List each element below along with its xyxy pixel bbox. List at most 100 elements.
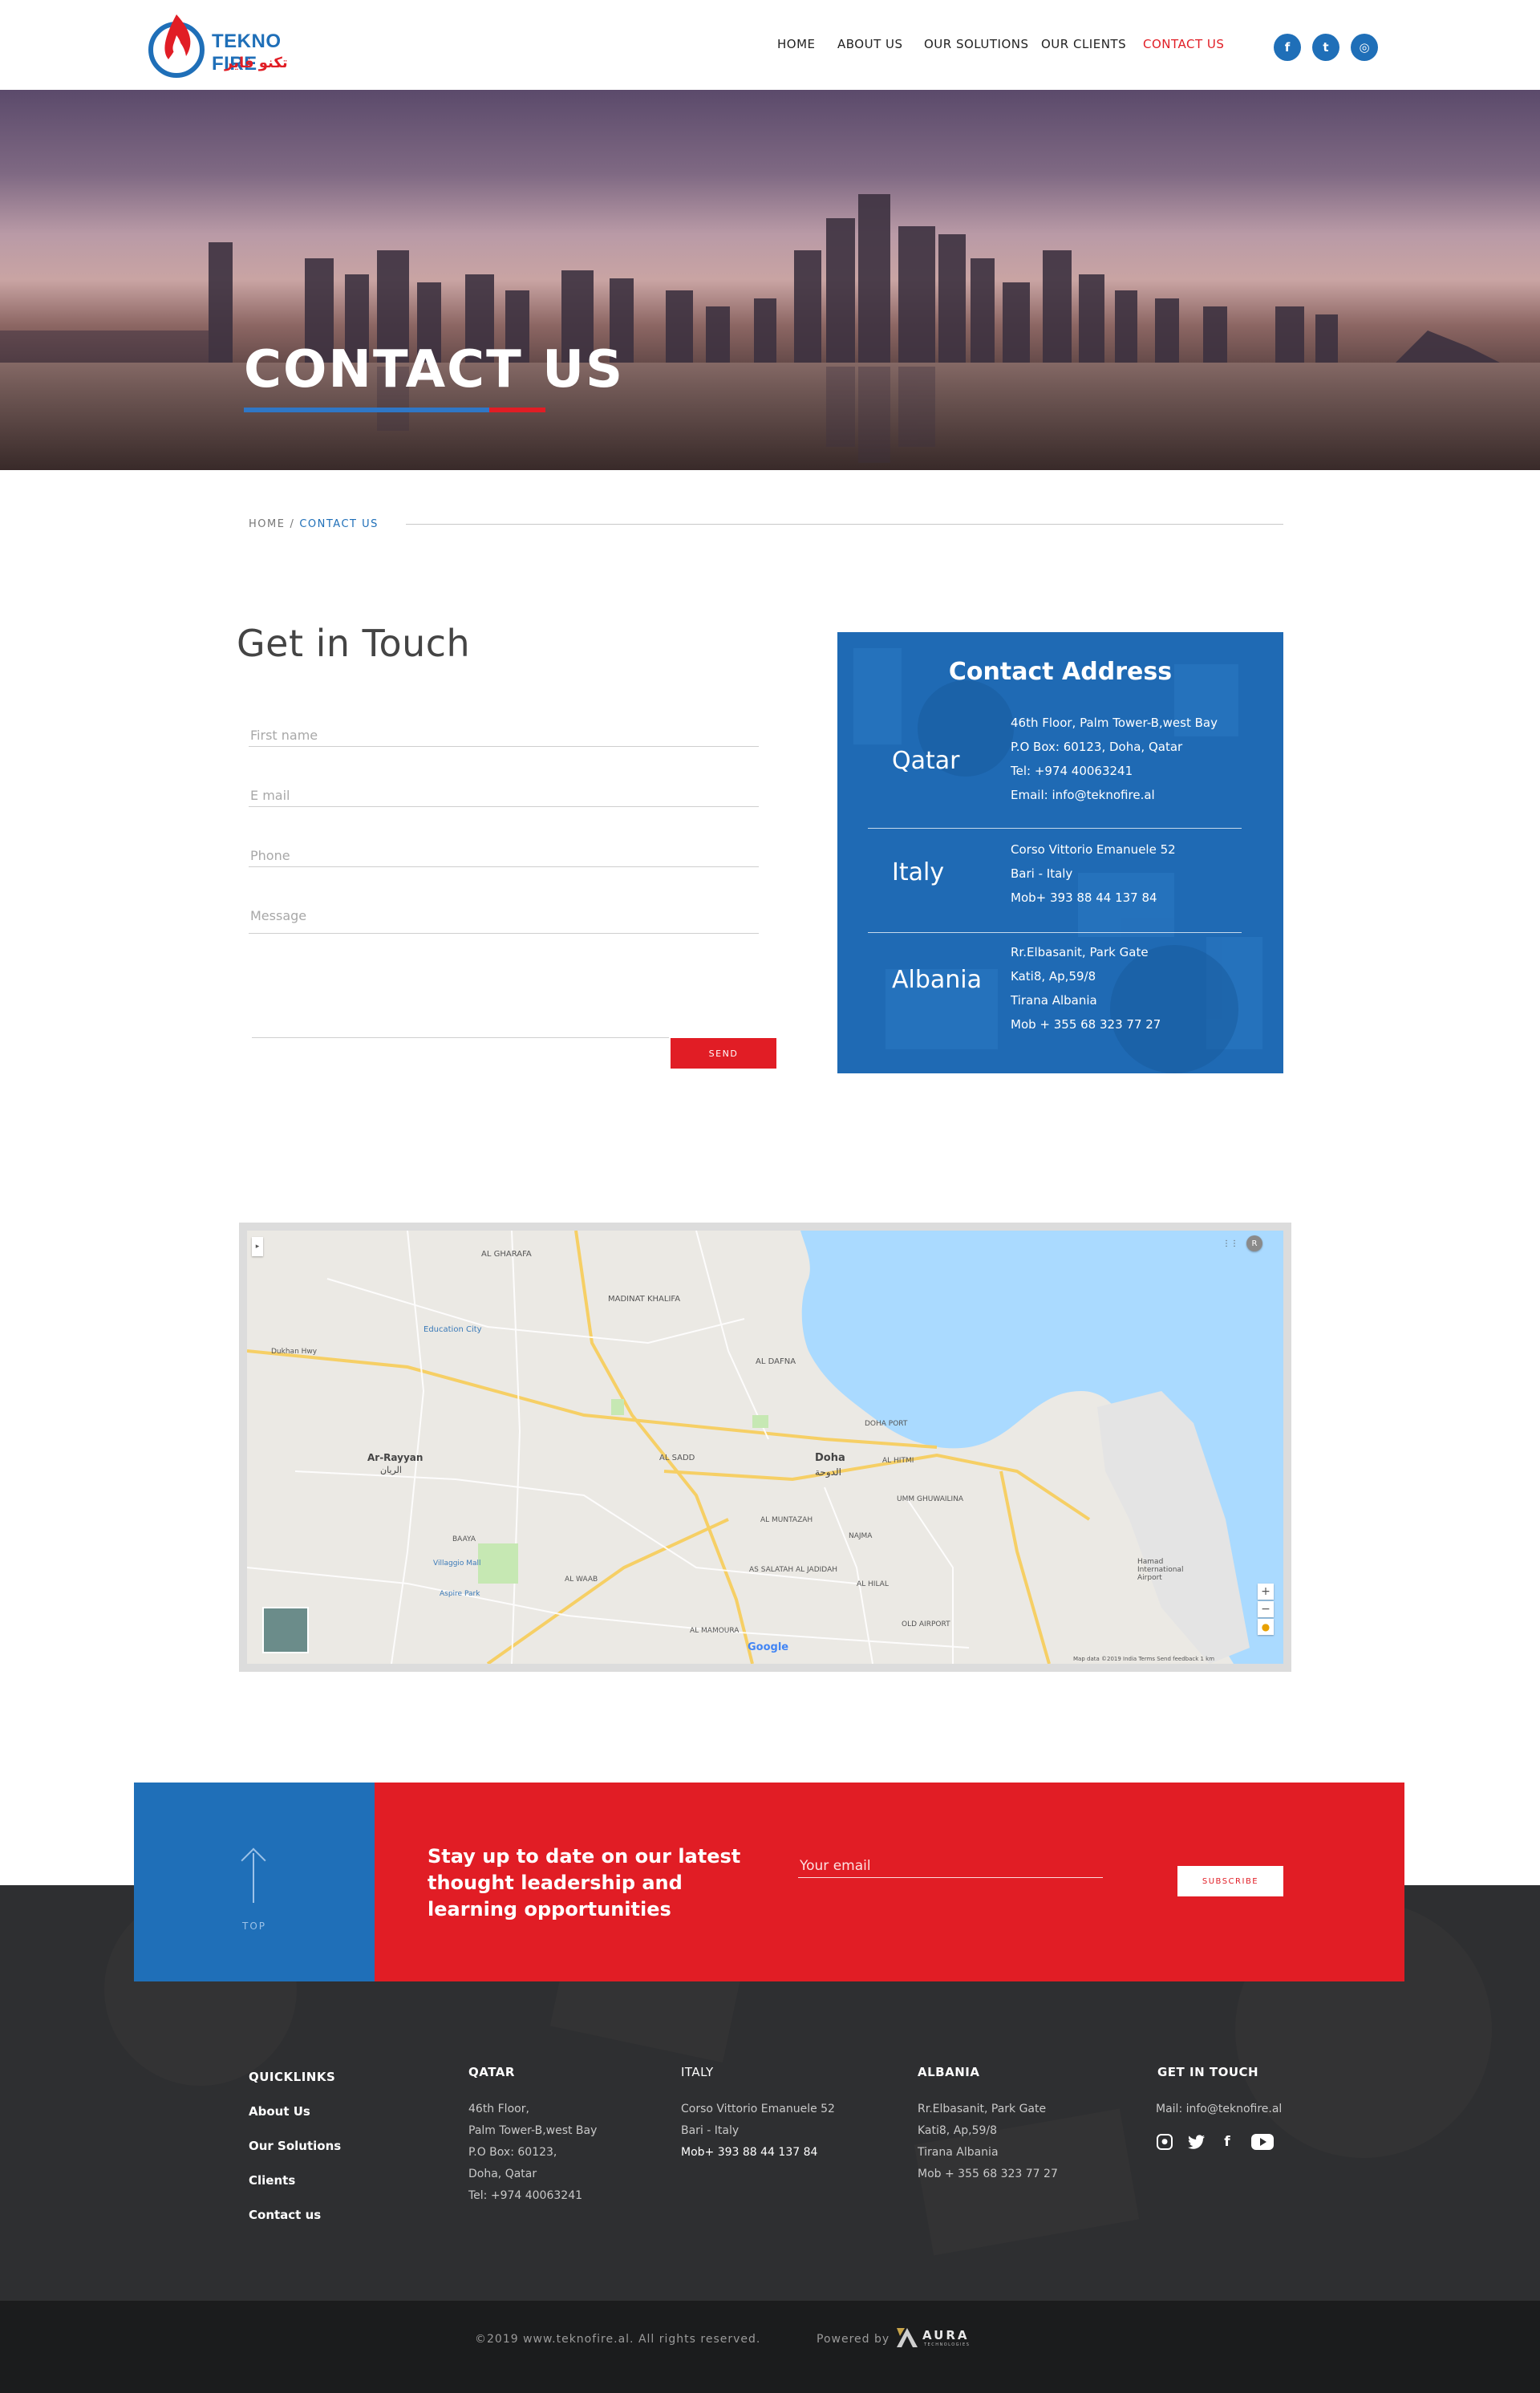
hero-banner: CONTACT US [0,90,1540,470]
phone-line: Tel: +974 40063241 [1011,764,1133,778]
map-canvas[interactable]: AL GHARAFA MADINAT KHALIFA Education Cit… [247,1231,1283,1664]
newsletter-email-input[interactable] [798,1855,1103,1878]
address-line: Corso Vittorio Emanuele 52 [681,2103,835,2115]
address-line: Bari - Italy [681,2124,740,2137]
satellite-toggle[interactable] [263,1608,308,1653]
office-details-italy: Corso Vittorio Emanuele 52 Bari - Italy … [1011,838,1176,910]
address-line: Tirana Albania [918,2146,999,2159]
office-country-italy: Italy [892,858,945,886]
twitter-icon[interactable] [1187,2134,1206,2150]
youtube-play-icon [1251,2134,1274,2150]
map-label-as-salatah: AS SALATAH AL JADIDAH [749,1566,837,1574]
map-embed[interactable]: AL GHARAFA MADINAT KHALIFA Education Cit… [239,1223,1291,1672]
newsletter-banner: Stay up to date on our latest thought le… [375,1783,1404,1981]
map-label-dukhan-hwy: Dukhan Hwy [271,1348,318,1356]
account-avatar-icon[interactable]: R [1246,1235,1262,1251]
powered-by-text: Powered by [817,2333,890,2346]
phone-line: Mob+ 393 88 44 137 84 [681,2146,818,2159]
breadcrumb-separator: / [290,518,295,530]
address-line: Tirana Albania [1011,993,1097,1008]
subscribe-button[interactable]: SUBSCRIBE [1177,1866,1283,1896]
footer-link-clients[interactable]: Clients [249,2173,295,2188]
apps-grid-icon[interactable]: ⋮⋮ [1222,1237,1238,1250]
title-underline-blue [244,408,489,412]
address-line: P.O Box: 60123, Doha, Qatar [1011,740,1183,754]
phone-input[interactable] [249,845,759,867]
nav-home[interactable]: HOME [777,37,816,51]
aura-subtitle: TECHNOLOGIES [924,2342,971,2347]
nav-about-us[interactable]: ABOUT US [837,37,903,51]
phone-line: Mob+ 393 88 44 137 84 [1011,890,1157,905]
office-details-albania: Rr.Elbasanit, Park Gate Kati8, Ap,59/8 T… [1011,940,1161,1036]
map-label-baaya: BAAYA [452,1535,476,1543]
map-label-al-hitmi: AL HITMI [882,1457,914,1465]
aura-logo[interactable]: AURA TECHNOLOGIES [895,2326,979,2350]
footer-albania-address: Rr.Elbasanit, Park Gate Kati8, Ap,59/8 T… [918,2099,1058,2185]
page-title: CONTACT US [244,340,625,400]
map-label-al-sadd: AL SADD [659,1454,695,1462]
facebook-icon[interactable]: f [1274,34,1301,61]
footer-mail[interactable]: Mail: info@teknofire.al [1156,2099,1282,2120]
breadcrumb-home[interactable]: HOME [249,518,285,530]
address-line: Rr.Elbasanit, Park Gate [1011,945,1149,959]
facebook-icon[interactable]: f [1221,2134,1234,2150]
form-title: Get in Touch [237,622,471,665]
message-bottom-line [252,1037,669,1038]
youtube-icon[interactable] [1251,2134,1274,2150]
map-attribution[interactable]: Map data ©2019 India Terms Send feedback… [1073,1656,1214,1662]
main-nav: HOME ABOUT US OUR SOLUTIONS OUR CLIENTS … [0,37,1540,56]
google-logo: Google [748,1641,789,1653]
zoom-in-button[interactable]: + [1258,1584,1274,1600]
map-label-al-mamoura: AL MAMOURA [690,1627,740,1635]
office-divider [868,932,1242,933]
map-label-education-city: Education City [424,1325,482,1334]
email-input[interactable] [249,785,759,807]
office-country-albania: Albania [892,966,983,994]
map-label-umm-ghuwailina: UMM GHUWAILINA [897,1495,964,1503]
breadcrumb-current: CONTACT US [299,518,379,530]
map-fullscreen-toggle[interactable]: ▸ [252,1237,263,1256]
footer-link-about-us[interactable]: About Us [249,2104,310,2119]
doha-skyline-image [0,194,1540,470]
instagram-icon[interactable]: ● [1157,2134,1173,2150]
email-line[interactable]: Email: info@teknofire.al [1011,783,1218,807]
first-name-input[interactable] [249,724,759,747]
map-label-madinat-khalifa: MADINAT KHALIFA [608,1295,681,1304]
message-input[interactable] [249,905,759,934]
nav-contact-us[interactable]: CONTACT US [1143,37,1224,51]
footer-qatar-heading: QATAR [468,2065,515,2079]
twitter-icon[interactable]: t [1312,34,1339,61]
map-label-al-waab: AL WAAB [565,1576,598,1584]
footer-italy-address: Corso Vittorio Emanuele 52 Bari - Italy … [681,2099,835,2164]
contact-address-card: Contact Address Qatar 46th Floor, Palm T… [837,632,1283,1073]
address-line: Bari - Italy [1011,866,1073,881]
aura-mark-icon [897,2328,918,2347]
address-line: Kati8, Ap,59/8 [1011,969,1096,984]
back-to-top-button[interactable]: TOP [134,1783,375,1981]
map-label-villaggio-mall: Villaggio Mall [433,1560,481,1568]
phone-line: Mob + 355 68 323 77 27 [918,2168,1058,2180]
footer-link-our-solutions[interactable]: Our Solutions [249,2139,341,2153]
title-underline-red [489,408,545,412]
contact-address-title: Contact Address [948,658,1173,686]
map-label-al-hilal: AL HILAL [857,1580,889,1588]
map-label-al-muntazah: AL MUNTAZAH [760,1516,813,1524]
phone-line: Tel: +974 40063241 [468,2189,583,2202]
address-line: Doha, Qatar [468,2168,537,2180]
map-label-old-airport: OLD AIRPORT [902,1620,950,1628]
doha-map-image [247,1231,1283,1664]
phone-line: Mob + 355 68 323 77 27 [1011,1017,1161,1032]
footer-link-contact-us[interactable]: Contact us [249,2208,321,2222]
map-label-aspire-park: Aspire Park [440,1590,480,1598]
breadcrumb-divider [406,524,1283,525]
map-label-ar-rayyan-ar: الريان [380,1465,402,1475]
zoom-out-button[interactable]: − [1258,1601,1274,1617]
pegman-icon[interactable]: ● [1258,1619,1274,1635]
address-line: Rr.Elbasanit, Park Gate [918,2103,1047,2115]
nav-our-clients[interactable]: OUR CLIENTS [1041,37,1126,51]
nav-our-solutions[interactable]: OUR SOLUTIONS [924,37,1029,51]
map-label-najma: NAJMA [849,1532,873,1540]
instagram-icon[interactable]: ◎ [1351,34,1378,61]
send-button[interactable]: SEND [671,1038,776,1069]
twitter-bird-icon [1188,2135,1205,2149]
